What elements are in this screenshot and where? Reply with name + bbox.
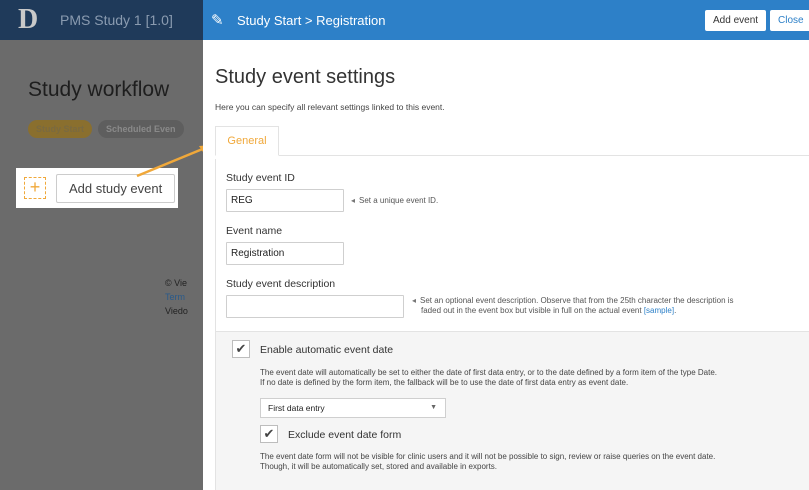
description-hint-suffix: . <box>674 306 677 315</box>
page-subtitle: Here you can specify all relevant settin… <box>215 102 445 112</box>
automatic-date-section: ✔ Enable automatic event date The event … <box>216 331 809 490</box>
page-title: Study event settings <box>215 66 396 88</box>
add-event-button[interactable]: Add event <box>705 10 767 31</box>
description-hint-line1: Set an optional event description. Obser… <box>420 296 734 305</box>
auto-date-desc-line1: The event date will automatically be set… <box>260 368 717 377</box>
breadcrumb: Study Start > Registration <box>237 12 386 28</box>
exclude-form-description: The event date form will not be visible … <box>260 452 715 472</box>
date-source-select[interactable]: First data entry ▼ <box>260 398 446 418</box>
pill-study-start[interactable]: Study Start <box>28 120 93 138</box>
event-name-label: Event name <box>226 225 283 237</box>
exclude-form-checkbox[interactable]: ✔ <box>260 425 278 443</box>
event-id-label: Study event ID <box>226 172 295 184</box>
caret-left-icon: ◂ <box>412 296 417 305</box>
checkmark-icon: ✔ <box>263 426 275 441</box>
event-id-input[interactable]: REG <box>226 189 344 212</box>
event-id-hint-text: Set a unique event ID. <box>359 196 439 205</box>
plus-icon[interactable]: + <box>24 177 46 199</box>
event-pills: Study Start Scheduled Even <box>28 120 205 138</box>
pencil-icon: ✎ <box>211 12 224 29</box>
event-description-input[interactable] <box>226 295 404 318</box>
event-description-label: Study event description <box>226 278 336 290</box>
sample-link[interactable]: [sample] <box>644 306 674 315</box>
background-header: D PMS Study 1 [1.0] <box>0 0 205 40</box>
exclude-form-desc-line1: The event date form will not be visible … <box>260 452 716 461</box>
event-name-input[interactable]: Registration <box>226 242 344 265</box>
pill-scheduled-event[interactable]: Scheduled Even <box>98 120 184 138</box>
footer-company: Viedo <box>165 306 188 316</box>
chevron-down-icon: ▼ <box>430 404 437 411</box>
auto-date-desc-line2: If no date is defined by the form item, … <box>260 378 629 387</box>
exclude-form-label: Exclude event date form <box>288 429 402 441</box>
exclude-form-desc-line2: Though, it will be automatically set, st… <box>260 462 498 471</box>
tab-general[interactable]: General <box>215 126 279 156</box>
background-app: D PMS Study 1 [1.0] Study workflow Study… <box>0 0 205 490</box>
footer-copyright: © Vie <box>165 278 187 288</box>
panel-header: ✎ Study Start > Registration Add event C… <box>203 0 809 40</box>
enable-auto-date-label: Enable automatic event date <box>260 344 394 356</box>
settings-form: Study event ID REG ◂ Set a unique event I… <box>215 159 809 490</box>
study-event-settings-panel: ✎ Study Start > Registration Add event C… <box>203 0 809 490</box>
app-title: PMS Study 1 [1.0] <box>60 12 173 28</box>
background-footer: © Vie Term Viedo <box>165 276 188 318</box>
footer-terms-link[interactable]: Term <box>165 290 188 304</box>
tab-bar: General <box>215 126 809 156</box>
checkmark-icon: ✔ <box>235 341 247 356</box>
caret-left-icon: ◂ <box>351 196 356 205</box>
date-source-value: First data entry <box>268 403 325 413</box>
logo-icon: D <box>18 4 39 35</box>
auto-date-description: The event date will automatically be set… <box>260 368 717 388</box>
enable-auto-date-checkbox[interactable]: ✔ <box>232 340 250 358</box>
event-description-hint: ◂ Set an optional event description. Obse… <box>412 296 734 316</box>
close-button[interactable]: Close <box>770 10 809 31</box>
event-id-hint: ◂ Set a unique event ID. <box>351 196 438 205</box>
description-hint-line2: faded out in the event box but visible i… <box>421 306 642 315</box>
workflow-heading: Study workflow <box>28 78 170 101</box>
